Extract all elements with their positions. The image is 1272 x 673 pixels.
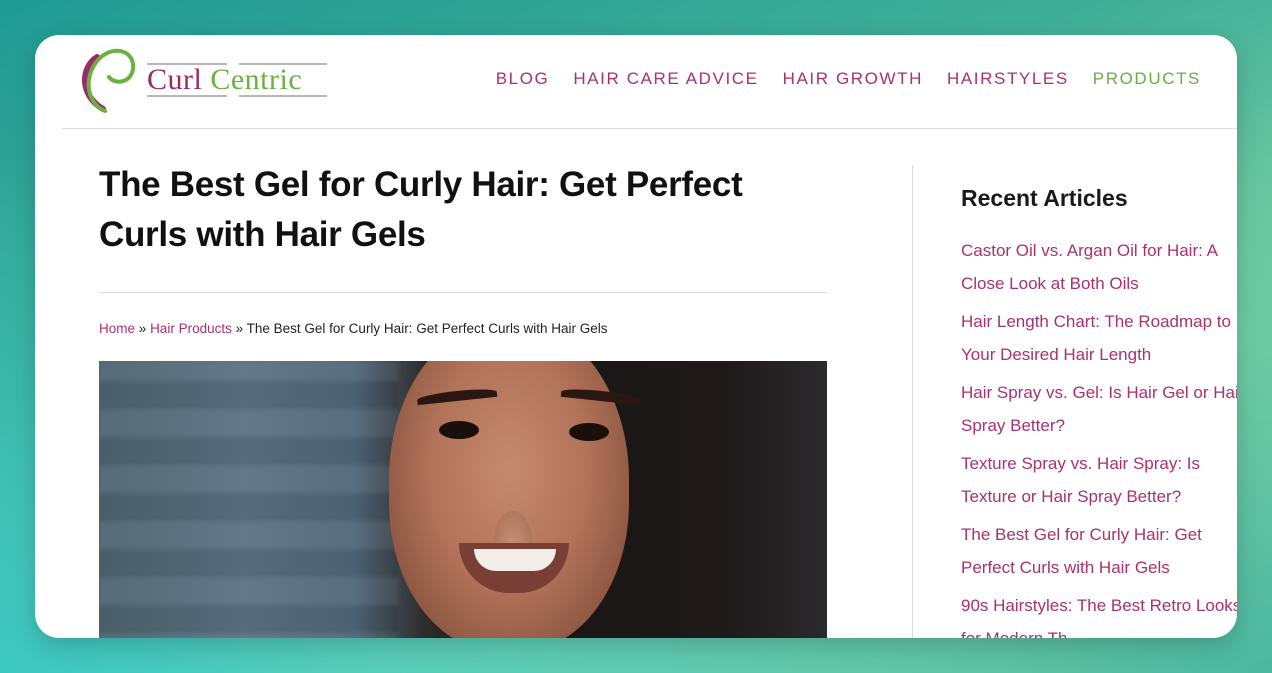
breadcrumb-hair-products[interactable]: Hair Products [150,321,232,336]
breadcrumb-separator: » [235,321,244,336]
breadcrumb-current: The Best Gel for Curly Hair: Get Perfect… [246,321,608,336]
site-header: Curl Centric BLOG HAIR CARE ADVICE HAIR … [35,35,1237,128]
recent-article-link[interactable]: Castor Oil vs. Argan Oil for Hair: A Clo… [961,234,1237,300]
site-logo[interactable]: Curl Centric [75,43,335,115]
nav-item-hair-growth[interactable]: HAIR GROWTH [783,69,923,89]
main-nav: BLOG HAIR CARE ADVICE HAIR GROWTH HAIRST… [496,69,1201,89]
title-divider [99,292,827,293]
breadcrumb-separator: » [138,321,147,336]
page-title: The Best Gel for Curly Hair: Get Perfect… [99,165,743,254]
sidebar-heading: Recent Articles [961,185,1128,211]
list-item: The Best Gel for Curly Hair: Get Perfect… [961,518,1237,584]
breadcrumb: Home » Hair Products » The Best Gel for … [99,321,827,336]
list-item: Texture Spray vs. Hair Spray: Is Texture… [961,447,1237,513]
curl-swirl-icon [82,48,136,113]
hero-background-wall [99,361,399,638]
list-item: Hair Length Chart: The Roadmap to Your D… [961,305,1237,371]
list-item: Hair Spray vs. Gel: Is Hair Gel or Hair … [961,376,1237,442]
recent-article-link[interactable]: 90s Hairstyles: The Best Retro Looks for… [961,589,1237,638]
recent-article-link[interactable]: The Best Gel for Curly Hair: Get Perfect… [961,518,1237,584]
nav-item-hairstyles[interactable]: HAIRSTYLES [947,69,1069,89]
recent-articles-list: Castor Oil vs. Argan Oil for Hair: A Clo… [961,234,1237,638]
sidebar-recent-articles: Recent Articles Castor Oil vs. Argan Oil… [961,185,1237,638]
recent-article-link[interactable]: Texture Spray vs. Hair Spray: Is Texture… [961,447,1237,513]
browser-window: Curl Centric BLOG HAIR CARE ADVICE HAIR … [35,35,1237,638]
recent-article-link[interactable]: Hair Spray vs. Gel: Is Hair Gel or Hair … [961,376,1237,442]
logo-word-curl: Curl [147,63,203,96]
nav-item-blog[interactable]: BLOG [496,69,550,89]
hero-teeth [474,549,556,571]
sidebar-divider [912,165,913,638]
hero-left-eye [439,421,479,439]
list-item: Castor Oil vs. Argan Oil for Hair: A Clo… [961,234,1237,300]
header-divider [62,128,1237,129]
logo-word-centric: Centric [210,63,303,96]
list-item: 90s Hairstyles: The Best Retro Looks for… [961,589,1237,638]
logo-wordmark: Curl Centric [147,63,302,97]
hero-image [99,361,827,638]
article-main: The Best Gel for Curly Hair: Get Perfect… [99,160,827,638]
breadcrumb-home[interactable]: Home [99,321,135,336]
hero-right-eye [569,423,609,441]
nav-item-products[interactable]: PRODUCTS [1093,69,1201,89]
nav-item-hair-care-advice[interactable]: HAIR CARE ADVICE [573,69,758,89]
recent-article-link[interactable]: Hair Length Chart: The Roadmap to Your D… [961,305,1237,371]
